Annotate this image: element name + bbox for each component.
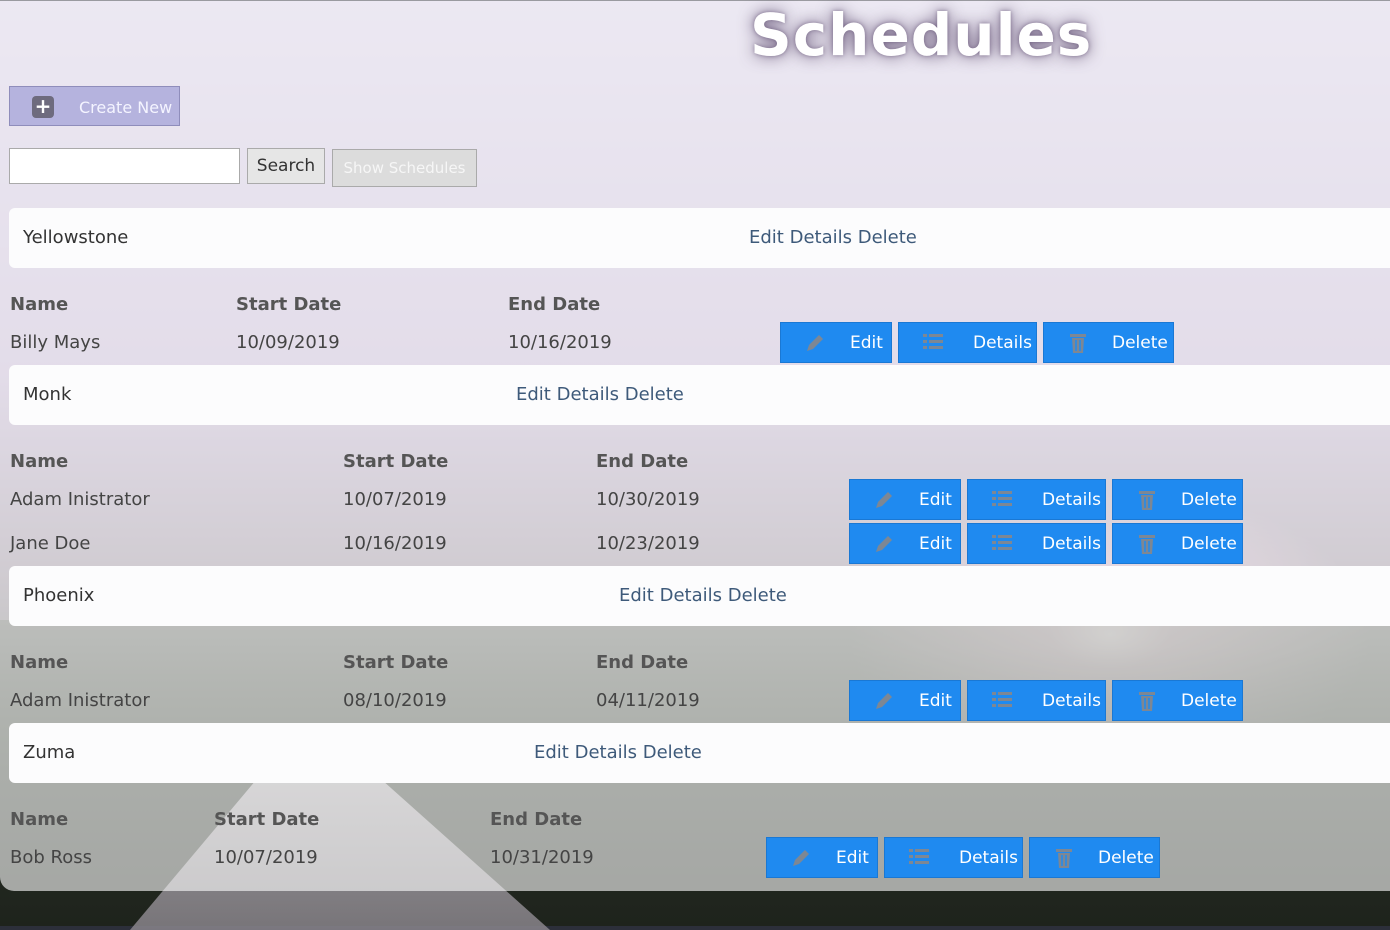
site-actions-link[interactable]: Edit Details Delete — [516, 384, 684, 405]
details-button[interactable]: Details — [898, 322, 1037, 363]
details-label: Details — [1042, 691, 1101, 711]
column-header-end-date: End Date — [596, 451, 689, 472]
delete-button[interactable]: Delete — [1029, 837, 1160, 878]
column-header-end-date: End Date — [596, 652, 689, 673]
pencil-icon — [793, 850, 809, 866]
details-button[interactable]: Details — [967, 680, 1106, 721]
site-name: Monk — [23, 384, 72, 405]
row-start-date: 08/10/2019 — [343, 690, 447, 711]
column-header-start-date: Start Date — [343, 652, 449, 673]
delete-button[interactable]: Delete — [1112, 479, 1243, 520]
edit-label: Edit — [836, 848, 869, 868]
row-name: Adam Inistrator — [10, 489, 150, 510]
list-icon — [992, 692, 1012, 707]
row-start-date: 10/16/2019 — [343, 533, 447, 554]
site-bar: Zuma Edit Details Delete — [9, 723, 1390, 783]
list-icon — [992, 535, 1012, 550]
edit-label: Edit — [919, 490, 952, 510]
pencil-icon — [876, 492, 892, 508]
details-button[interactable]: Details — [884, 837, 1023, 878]
trash-icon — [1070, 334, 1086, 353]
row-start-date: 10/09/2019 — [236, 332, 340, 353]
pencil-icon — [876, 693, 892, 709]
details-label: Details — [959, 848, 1018, 868]
delete-label: Delete — [1098, 848, 1154, 868]
delete-label: Delete — [1181, 534, 1237, 554]
row-end-date: 10/31/2019 — [490, 847, 594, 868]
delete-label: Delete — [1181, 691, 1237, 711]
delete-button[interactable]: Delete — [1043, 322, 1174, 363]
list-icon — [923, 334, 943, 349]
content-panel: Schedules + Create New Search Show Sched… — [0, 0, 1390, 891]
edit-button[interactable]: Edit — [849, 680, 961, 721]
trash-icon — [1056, 849, 1072, 868]
edit-button[interactable]: Edit — [780, 322, 892, 363]
trash-icon — [1139, 692, 1155, 711]
row-end-date: 10/30/2019 — [596, 489, 700, 510]
edit-button[interactable]: Edit — [766, 837, 878, 878]
trash-icon — [1139, 491, 1155, 510]
show-schedules-button[interactable]: Show Schedules — [332, 149, 477, 187]
column-header-end-date: End Date — [508, 294, 601, 315]
site-actions-link[interactable]: Edit Details Delete — [619, 585, 787, 606]
delete-label: Delete — [1112, 333, 1168, 353]
column-header-name: Name — [10, 294, 69, 315]
list-icon — [992, 491, 1012, 506]
row-name: Adam Inistrator — [10, 690, 150, 711]
column-header-end-date: End Date — [490, 809, 583, 830]
delete-label: Delete — [1181, 490, 1237, 510]
trash-icon — [1139, 535, 1155, 554]
details-label: Details — [973, 333, 1032, 353]
site-actions-link[interactable]: Edit Details Delete — [534, 742, 702, 763]
column-header-name: Name — [10, 809, 69, 830]
column-header-start-date: Start Date — [236, 294, 342, 315]
column-header-start-date: Start Date — [343, 451, 449, 472]
site-bar: Phoenix Edit Details Delete — [9, 566, 1390, 626]
row-end-date: 10/23/2019 — [596, 533, 700, 554]
row-name: Bob Ross — [10, 847, 92, 868]
row-end-date: 04/11/2019 — [596, 690, 700, 711]
details-button[interactable]: Details — [967, 523, 1106, 564]
row-end-date: 10/16/2019 — [508, 332, 612, 353]
column-header-start-date: Start Date — [214, 809, 320, 830]
site-name: Zuma — [23, 742, 76, 763]
site-actions-link[interactable]: Edit Details Delete — [749, 227, 917, 248]
details-label: Details — [1042, 490, 1101, 510]
row-start-date: 10/07/2019 — [343, 489, 447, 510]
edit-label: Edit — [919, 691, 952, 711]
column-header-name: Name — [10, 451, 69, 472]
list-icon — [909, 849, 929, 864]
pencil-icon — [876, 536, 892, 552]
edit-button[interactable]: Edit — [849, 523, 961, 564]
row-start-date: 10/07/2019 — [214, 847, 318, 868]
site-name: Phoenix — [23, 585, 95, 606]
edit-label: Edit — [919, 534, 952, 554]
details-button[interactable]: Details — [967, 479, 1106, 520]
edit-label: Edit — [850, 333, 883, 353]
delete-button[interactable]: Delete — [1112, 523, 1243, 564]
create-new-button[interactable]: + Create New — [9, 86, 180, 126]
site-name: Yellowstone — [23, 227, 129, 248]
pencil-icon — [807, 335, 823, 351]
edit-button[interactable]: Edit — [849, 479, 961, 520]
row-name: Billy Mays — [10, 332, 101, 353]
details-label: Details — [1042, 534, 1101, 554]
column-header-name: Name — [10, 652, 69, 673]
search-input[interactable] — [9, 148, 240, 184]
plus-icon: + — [32, 96, 54, 118]
site-bar: Yellowstone Edit Details Delete — [9, 208, 1390, 268]
search-button[interactable]: Search — [247, 148, 325, 184]
row-name: Jane Doe — [10, 533, 91, 554]
page-title: Schedules — [750, 1, 1093, 69]
create-new-label: Create New — [79, 98, 173, 117]
site-bar: Monk Edit Details Delete — [9, 365, 1390, 425]
delete-button[interactable]: Delete — [1112, 680, 1243, 721]
